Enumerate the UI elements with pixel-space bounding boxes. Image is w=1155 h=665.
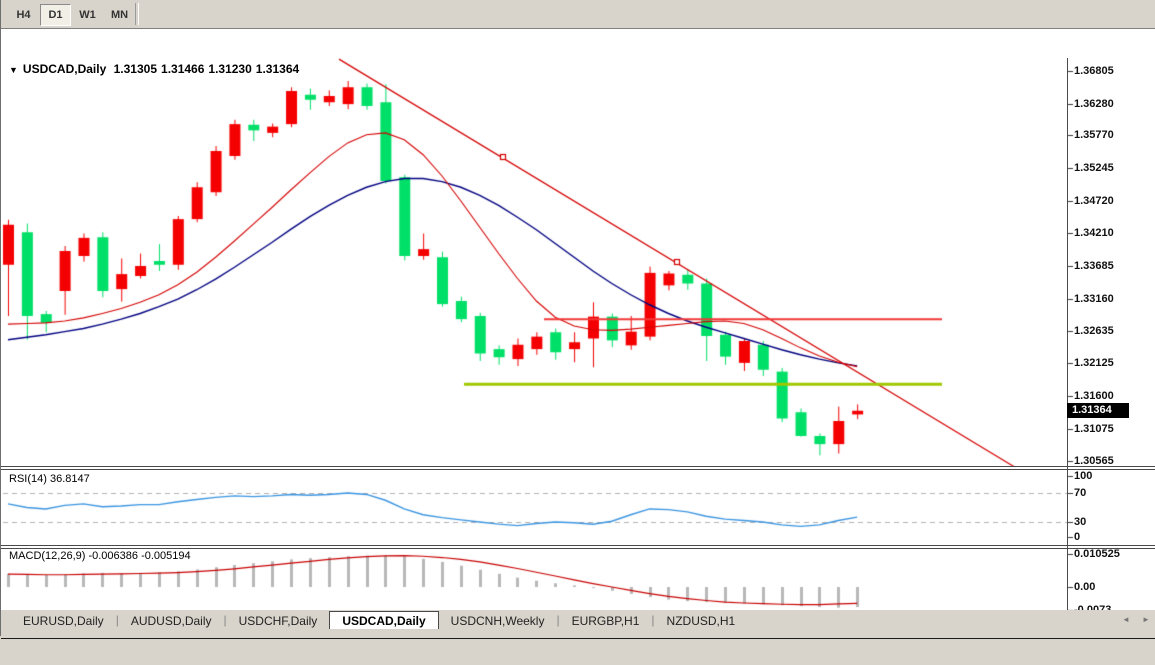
tab-eurgbp[interactable]: EURGBP,H1	[560, 612, 652, 630]
timeframe-button-w1[interactable]: W1	[72, 4, 103, 26]
tab-usdcad[interactable]: USDCAD,Daily	[329, 611, 438, 630]
chevron-down-icon[interactable]: ▼	[9, 65, 18, 75]
rsi-axis-tick: 0	[1074, 531, 1080, 543]
tab-usdchf[interactable]: USDCHF,Daily	[227, 612, 330, 630]
price-axis-tick: 1.33685	[1074, 260, 1114, 272]
chart-tabs: EURUSD,Daily|AUDUSD,Daily|USDCHF,DailyUS…	[11, 611, 747, 630]
chart-plot-area[interactable]	[1, 29, 1155, 665]
price-axis-border	[1067, 58, 1068, 615]
ohlc-high: 1.31466	[161, 62, 204, 76]
price-axis-tick: 1.35770	[1074, 129, 1114, 141]
timeframe-button-mn[interactable]: MN	[104, 4, 135, 26]
tab-eurusd[interactable]: EURUSD,Daily	[11, 612, 116, 630]
ohlc-open: 1.31305	[114, 62, 157, 76]
timeframe-button-d1[interactable]: D1	[40, 4, 71, 26]
chart-symbol-header: ▼ USDCAD,Daily 1.31305 1.31466 1.31230 1.313…	[9, 62, 303, 76]
chart-window: ▼ USDCAD,Daily 1.31305 1.31466 1.31230 1.313…	[1, 28, 1155, 610]
rsi-indicator-label: RSI(14) 36.8147	[9, 473, 90, 485]
tab-nzdusd[interactable]: NZDUSD,H1	[655, 612, 748, 630]
timeframe-toolbar: H4D1W1MN	[1, 0, 1155, 28]
status-strip	[1, 629, 1155, 636]
price-axis-tick: 1.30565	[1074, 455, 1114, 467]
tab-scroll-left-icon[interactable]: ◄	[1119, 614, 1133, 626]
chart-symbol-label: USDCAD,Daily	[23, 62, 106, 76]
pane-splitter-macd[interactable]	[1, 545, 1155, 549]
current-price-badge: 1.31364	[1067, 403, 1129, 418]
macd-axis-tick: 0.010525	[1074, 548, 1120, 560]
chart-tab-bar: EURUSD,Daily|AUDUSD,Daily|USDCHF,DailyUS…	[1, 610, 1155, 630]
pane-splitter-rsi[interactable]	[1, 466, 1155, 470]
chart-window-bottom-border	[1, 638, 1155, 639]
rsi-axis-tick: 30	[1074, 516, 1086, 528]
toolbar-separator	[135, 3, 139, 25]
ohlc-close: 1.31364	[256, 62, 299, 76]
price-axis-tick: 1.34720	[1074, 195, 1114, 207]
price-axis-tick: 1.31075	[1074, 423, 1114, 435]
ohlc-low: 1.31230	[208, 62, 251, 76]
price-axis-tick: 1.32635	[1074, 325, 1114, 337]
price-axis-tick: 1.31600	[1074, 390, 1114, 402]
price-axis-tick: 1.36805	[1074, 65, 1114, 77]
macd-indicator-label: MACD(12,26,9) -0.006386 -0.005194	[9, 550, 191, 562]
tab-scroll-right-icon[interactable]: ►	[1139, 614, 1153, 626]
timeframe-button-h4[interactable]: H4	[8, 4, 39, 26]
macd-axis-tick: 0.00	[1074, 581, 1095, 593]
price-axis-tick: 1.36280	[1074, 98, 1114, 110]
price-axis-tick: 1.34210	[1074, 227, 1114, 239]
price-axis-tick: 1.33160	[1074, 293, 1114, 305]
price-axis-tick: 1.35245	[1074, 162, 1114, 174]
rsi-axis-tick: 100	[1074, 470, 1092, 482]
tab-audusd[interactable]: AUDUSD,Daily	[119, 612, 224, 630]
rsi-axis-tick: 70	[1074, 487, 1086, 499]
tab-usdcnh[interactable]: USDCNH,Weekly	[439, 612, 557, 630]
price-axis-tick: 1.32125	[1074, 357, 1114, 369]
